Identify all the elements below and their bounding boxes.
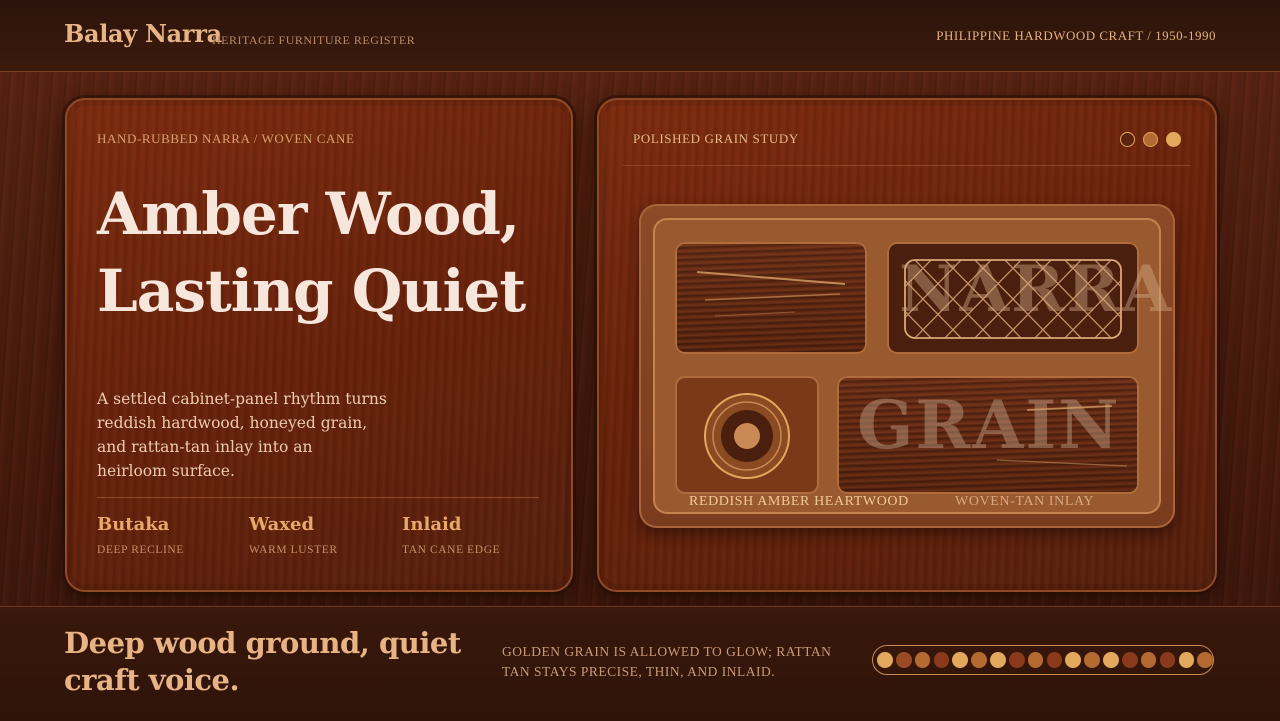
cane-lattice-icon — [904, 259, 1122, 339]
swatch-dot-medium[interactable] — [1143, 132, 1158, 147]
grain-streak-icon — [996, 405, 1128, 467]
study-divider — [623, 165, 1191, 166]
stat-butaka: Butaka DEEP RECLINE — [97, 514, 184, 556]
hero-description: A settled cabinet-panel rhythm turns red… — [97, 390, 387, 480]
stat-sub: DEEP RECLINE — [97, 544, 184, 556]
swatch-dot-dark[interactable] — [1120, 132, 1135, 147]
footer-headline: Deep wood ground, quiet craft voice. — [64, 626, 461, 697]
bead-strip — [872, 645, 1214, 675]
bead — [1197, 652, 1213, 668]
footer-bar: Deep wood ground, quiet craft voice. GOL… — [0, 606, 1280, 721]
stat-title: Waxed — [249, 514, 315, 535]
hero-title: Amber Wood, Lasting Quiet — [97, 180, 526, 325]
footer-note: GOLDEN GRAIN IS ALLOWED TO GLOW; RATTAN … — [502, 644, 832, 679]
bead — [952, 652, 969, 668]
cane-window: NARRA — [887, 242, 1171, 354]
bead — [1121, 652, 1138, 668]
knob-panel — [675, 376, 819, 494]
stat-sub: WARM LUSTER — [249, 544, 338, 556]
bead — [1159, 652, 1176, 668]
bead — [914, 652, 931, 668]
bead — [1084, 652, 1100, 668]
bead — [1065, 652, 1082, 668]
hero-panel: HAND-RUBBED NARRA / WOVEN CANE Amber Woo… — [65, 98, 573, 592]
stat-waxed: Waxed WARM LUSTER — [249, 514, 338, 556]
grain-study-panel: POLISHED GRAIN STUDY NARRA GRAIN REDDISH… — [597, 98, 1217, 592]
cabinet-frame: NARRA GRAIN REDDISH AMBER HEARTWOOD WOVE… — [653, 218, 1171, 514]
grain-drawer-bottom: GRAIN — [837, 376, 1139, 494]
study-kicker: POLISHED GRAIN STUDY — [633, 131, 799, 146]
bead — [895, 652, 912, 668]
dial-knob-icon — [704, 393, 790, 479]
bead — [1103, 652, 1119, 668]
stat-title: Butaka — [97, 514, 170, 535]
grain-drawer-top — [675, 242, 867, 354]
bead — [1008, 652, 1025, 668]
bead — [933, 652, 950, 668]
bead — [1027, 652, 1044, 668]
bead — [877, 652, 893, 668]
grain-streak-icon — [696, 271, 846, 317]
bead — [1046, 652, 1063, 668]
label-inlay: WOVEN-TAN INLAY — [955, 494, 1095, 509]
top-bar: Balay Narra HERITAGE FURNITURE REGISTER … — [0, 0, 1280, 72]
bead — [1140, 652, 1157, 668]
bead — [971, 652, 987, 668]
hero-divider — [97, 497, 539, 498]
cabinet-illustration: NARRA GRAIN REDDISH AMBER HEARTWOOD WOVE… — [639, 204, 1175, 528]
label-heartwood: REDDISH AMBER HEARTWOOD — [689, 494, 909, 509]
stat-inlaid: Inlaid TAN CANE EDGE — [402, 514, 500, 556]
swatch-dot-gold[interactable] — [1166, 132, 1181, 147]
bead — [990, 652, 1006, 668]
craft-line: PHILIPPINE HARDWOOD CRAFT / 1950-1990 — [936, 28, 1216, 43]
stat-title: Inlaid — [402, 514, 462, 535]
brand-name[interactable]: Balay Narra — [64, 19, 222, 48]
hero-kicker: HAND-RUBBED NARRA / WOVEN CANE — [97, 131, 355, 146]
swatch-dots — [1120, 132, 1181, 147]
brand-subtitle: HERITAGE FURNITURE REGISTER — [212, 33, 416, 47]
stat-sub: TAN CANE EDGE — [402, 544, 501, 556]
bead — [1178, 652, 1195, 668]
